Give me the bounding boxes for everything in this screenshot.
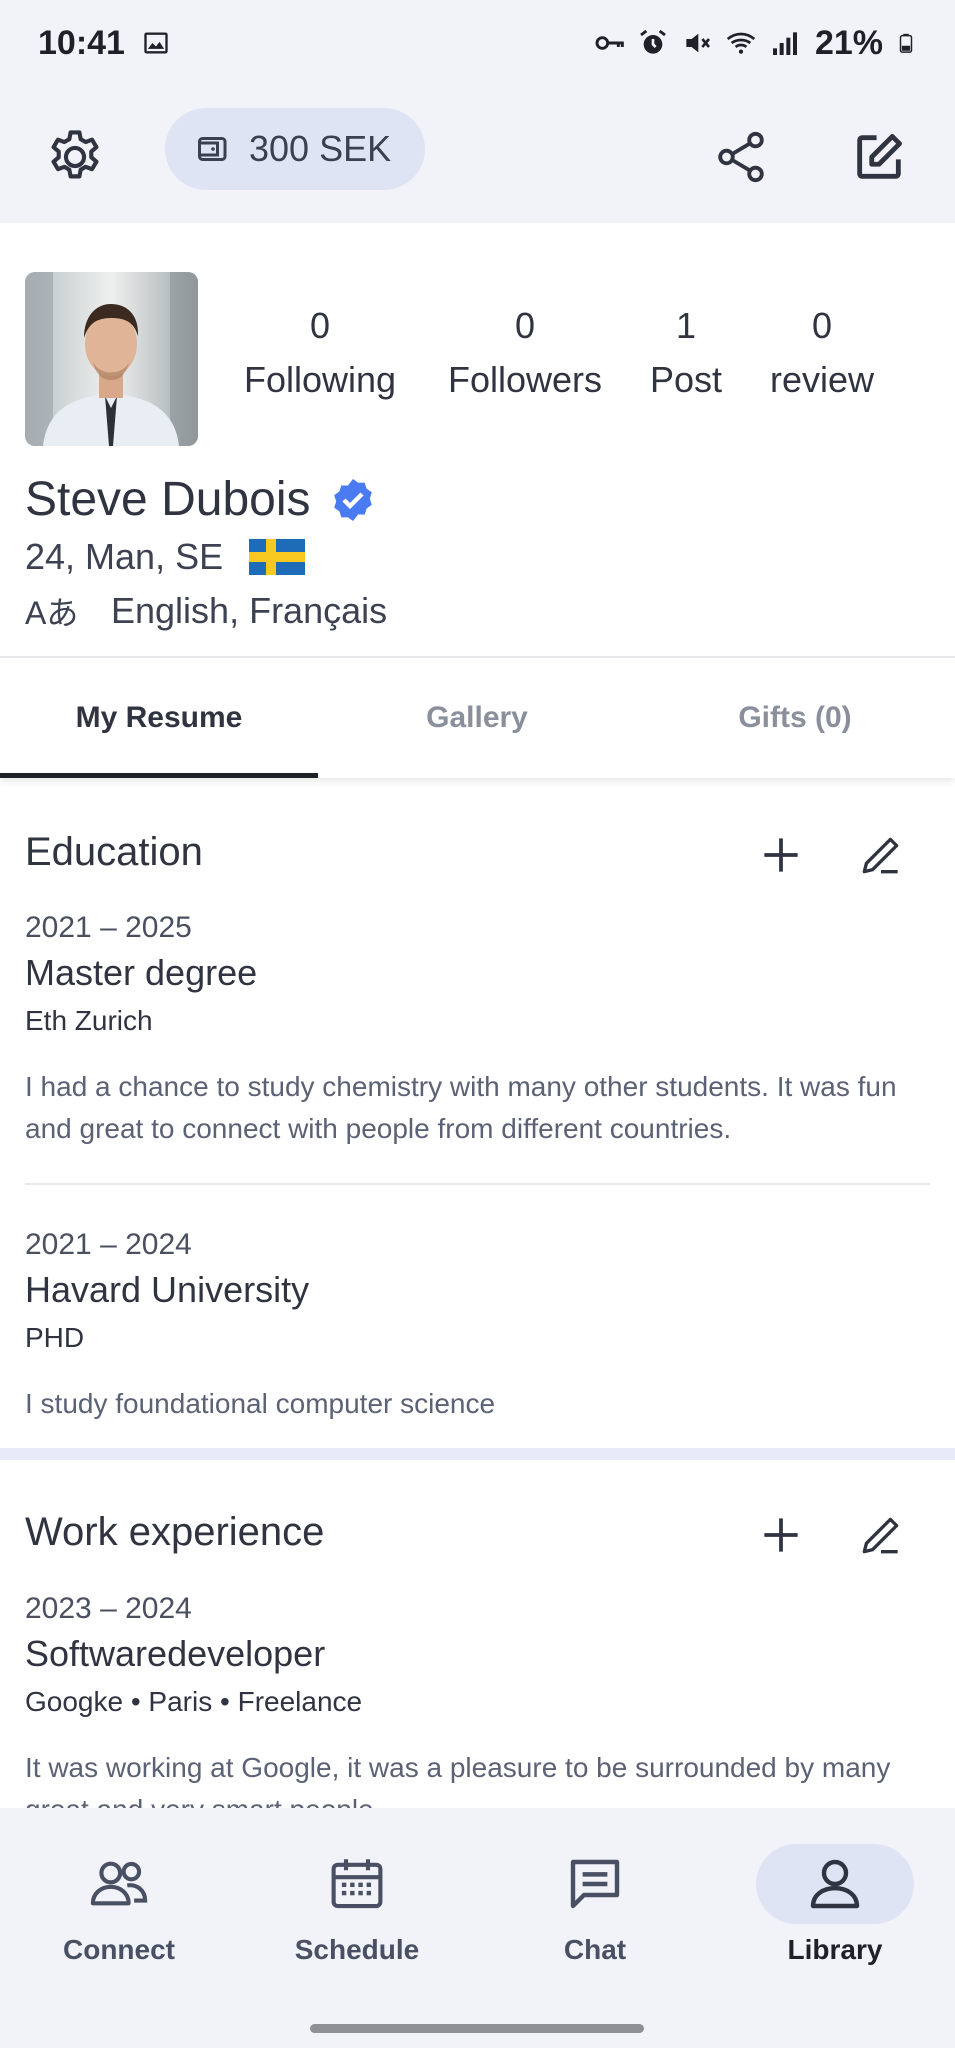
tab-label: My Resume: [75, 701, 243, 734]
status-bar: 10:41 21%: [0, 0, 955, 86]
stat-value: 0: [514, 305, 536, 346]
profile-tabs: My Resume Gallery Gifts (0): [0, 658, 955, 778]
stat-label: Post: [649, 359, 723, 400]
education-degree: Master degree: [25, 952, 258, 993]
add-education-plus-icon[interactable]: [756, 830, 806, 880]
tab-label: Gallery: [426, 701, 528, 734]
stat-reviews[interactable]: 0 review: [752, 305, 892, 401]
stat-posts[interactable]: 1 Post: [626, 305, 746, 401]
education-years: 2021 – 2024: [25, 1228, 192, 1261]
tab-gallery[interactable]: Gallery: [318, 658, 636, 778]
people-icon: [90, 1861, 148, 1906]
stat-value: 1: [675, 305, 697, 346]
education-degree: Havard University: [25, 1269, 310, 1310]
translate-icon: Aあ: [25, 595, 79, 631]
nav-icon-container: [278, 1844, 436, 1924]
bottom-navigation: Connect Schedule Chat Library: [0, 1808, 955, 2010]
stat-followers[interactable]: 0 Followers: [435, 305, 615, 401]
alarm-icon: [640, 29, 666, 54]
battery-percent: 21%: [814, 23, 883, 62]
share-icon[interactable]: [712, 128, 770, 186]
work-years: 2023 – 2024: [25, 1592, 192, 1625]
status-time: 10:41: [38, 23, 125, 62]
nav-chat[interactable]: Chat: [476, 1808, 714, 2010]
wallet-icon: [198, 137, 227, 161]
nav-label: Connect: [63, 1934, 175, 1965]
profile-languages: Aあ English, Français: [25, 588, 387, 634]
tab-label: Gifts (0): [738, 701, 852, 734]
stat-following[interactable]: 0 Following: [230, 305, 410, 401]
nav-icon-container: [40, 1844, 198, 1924]
edit-square-icon[interactable]: [850, 128, 908, 186]
tab-my-resume[interactable]: My Resume: [0, 658, 318, 778]
sweden-flag-icon: [249, 539, 306, 575]
stat-value: 0: [309, 305, 331, 346]
person-icon: [810, 1859, 860, 1909]
education-school: PHD: [25, 1322, 85, 1353]
nav-icon-container: [516, 1844, 674, 1924]
stat-value: 0: [811, 305, 833, 346]
stat-label: Followers: [447, 359, 603, 400]
calendar-icon: [331, 1859, 383, 1909]
stat-label: Following: [243, 359, 397, 400]
battery-icon: [899, 33, 913, 53]
wifi-icon: [726, 32, 756, 54]
nav-connect[interactable]: Connect: [0, 1808, 238, 2010]
entry-divider: [25, 1183, 930, 1185]
gesture-area: [0, 2010, 955, 2048]
edit-education-pencil-icon[interactable]: [856, 830, 906, 880]
home-indicator[interactable]: [310, 2024, 644, 2033]
education-description: I had a chance to study chemistry with m…: [25, 1071, 897, 1144]
languages-text: English, Français: [111, 590, 388, 631]
nav-library[interactable]: Library: [716, 1808, 954, 2010]
education-years: 2021 – 2025: [25, 911, 192, 944]
status-icons: 21%: [593, 24, 917, 63]
tab-indicator: [0, 773, 318, 778]
nav-label: Schedule: [294, 1934, 420, 1965]
nav-icon-container: [756, 1844, 914, 1924]
avatar[interactable]: [25, 272, 198, 446]
edit-work-pencil-icon[interactable]: [856, 1510, 906, 1560]
vpn-key-icon: [595, 36, 624, 50]
tab-gifts[interactable]: Gifts (0): [636, 658, 954, 778]
education-title: Education: [25, 830, 203, 874]
nav-label: Library: [787, 1934, 883, 1965]
add-work-plus-icon[interactable]: [756, 1510, 806, 1560]
image-icon: [144, 32, 168, 54]
gear-icon[interactable]: [44, 126, 106, 188]
section-separator: [0, 1448, 955, 1460]
verified-badge-icon: [333, 478, 372, 521]
top-app-bar: 300 SEK: [0, 86, 955, 223]
wallet-amount: 300 SEK: [249, 128, 392, 169]
profile-meta: 24, Man, SE: [25, 536, 306, 578]
profile-photo: [25, 272, 198, 446]
mute-icon: [686, 33, 710, 53]
work-title: Work experience: [25, 1510, 325, 1554]
stat-label: review: [769, 359, 875, 400]
work-company: Googke • Paris • Freelance: [25, 1686, 363, 1717]
profile-name-row: Steve Dubois: [25, 472, 377, 527]
education-description: I study foundational computer science: [25, 1388, 496, 1419]
education-school: Eth Zurich: [25, 1005, 153, 1036]
chat-icon: [570, 1859, 620, 1909]
nav-label: Chat: [563, 1934, 627, 1965]
profile-age-gender-country: 24, Man, SE: [25, 536, 224, 577]
profile-name: Steve Dubois: [25, 473, 311, 526]
work-role: Softwaredeveloper: [25, 1633, 326, 1674]
wallet-balance-button[interactable]: 300 SEK: [165, 108, 425, 190]
nav-schedule[interactable]: Schedule: [238, 1808, 476, 2010]
signal-icon: [772, 32, 797, 55]
